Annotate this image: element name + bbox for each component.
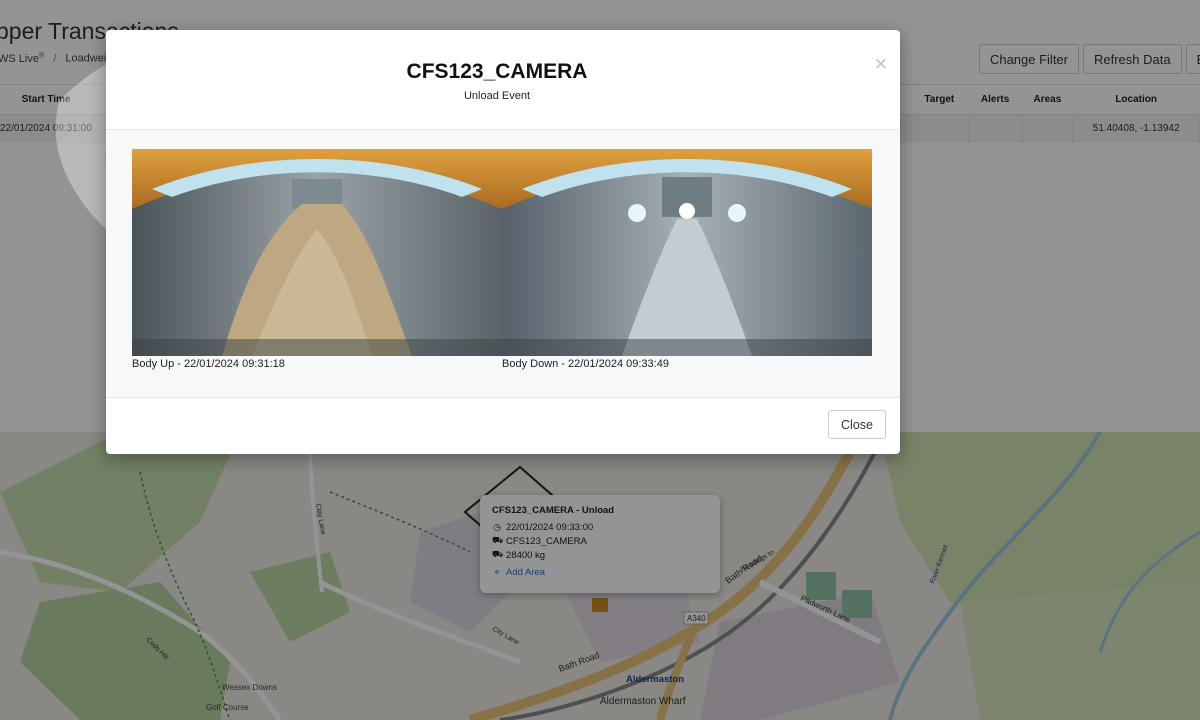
modal-body: Body Up - 22/01/2024 09:31:18 Body Down … — [106, 130, 900, 398]
modal-title: CFS123_CAMERA — [406, 60, 588, 83]
camera-image-body-down[interactable] — [502, 149, 872, 356]
camera-image-body-up[interactable] — [132, 149, 502, 356]
image-caption-body-up: Body Up - 22/01/2024 09:31:18 — [132, 358, 285, 370]
close-button[interactable]: Close — [828, 410, 886, 439]
image-caption-body-down: Body Down - 22/01/2024 09:33:49 — [502, 358, 669, 370]
close-icon[interactable]: × — [874, 54, 888, 74]
modal-header: CFS123_CAMERA Unload Event × — [106, 30, 900, 130]
body-down-photo — [502, 149, 872, 356]
body-up-photo — [132, 149, 502, 356]
modal-subtitle: Unload Event — [463, 90, 531, 102]
modal-footer: Close — [106, 398, 900, 454]
camera-event-modal: CFS123_CAMERA Unload Event × Body Up - 2… — [106, 30, 900, 454]
